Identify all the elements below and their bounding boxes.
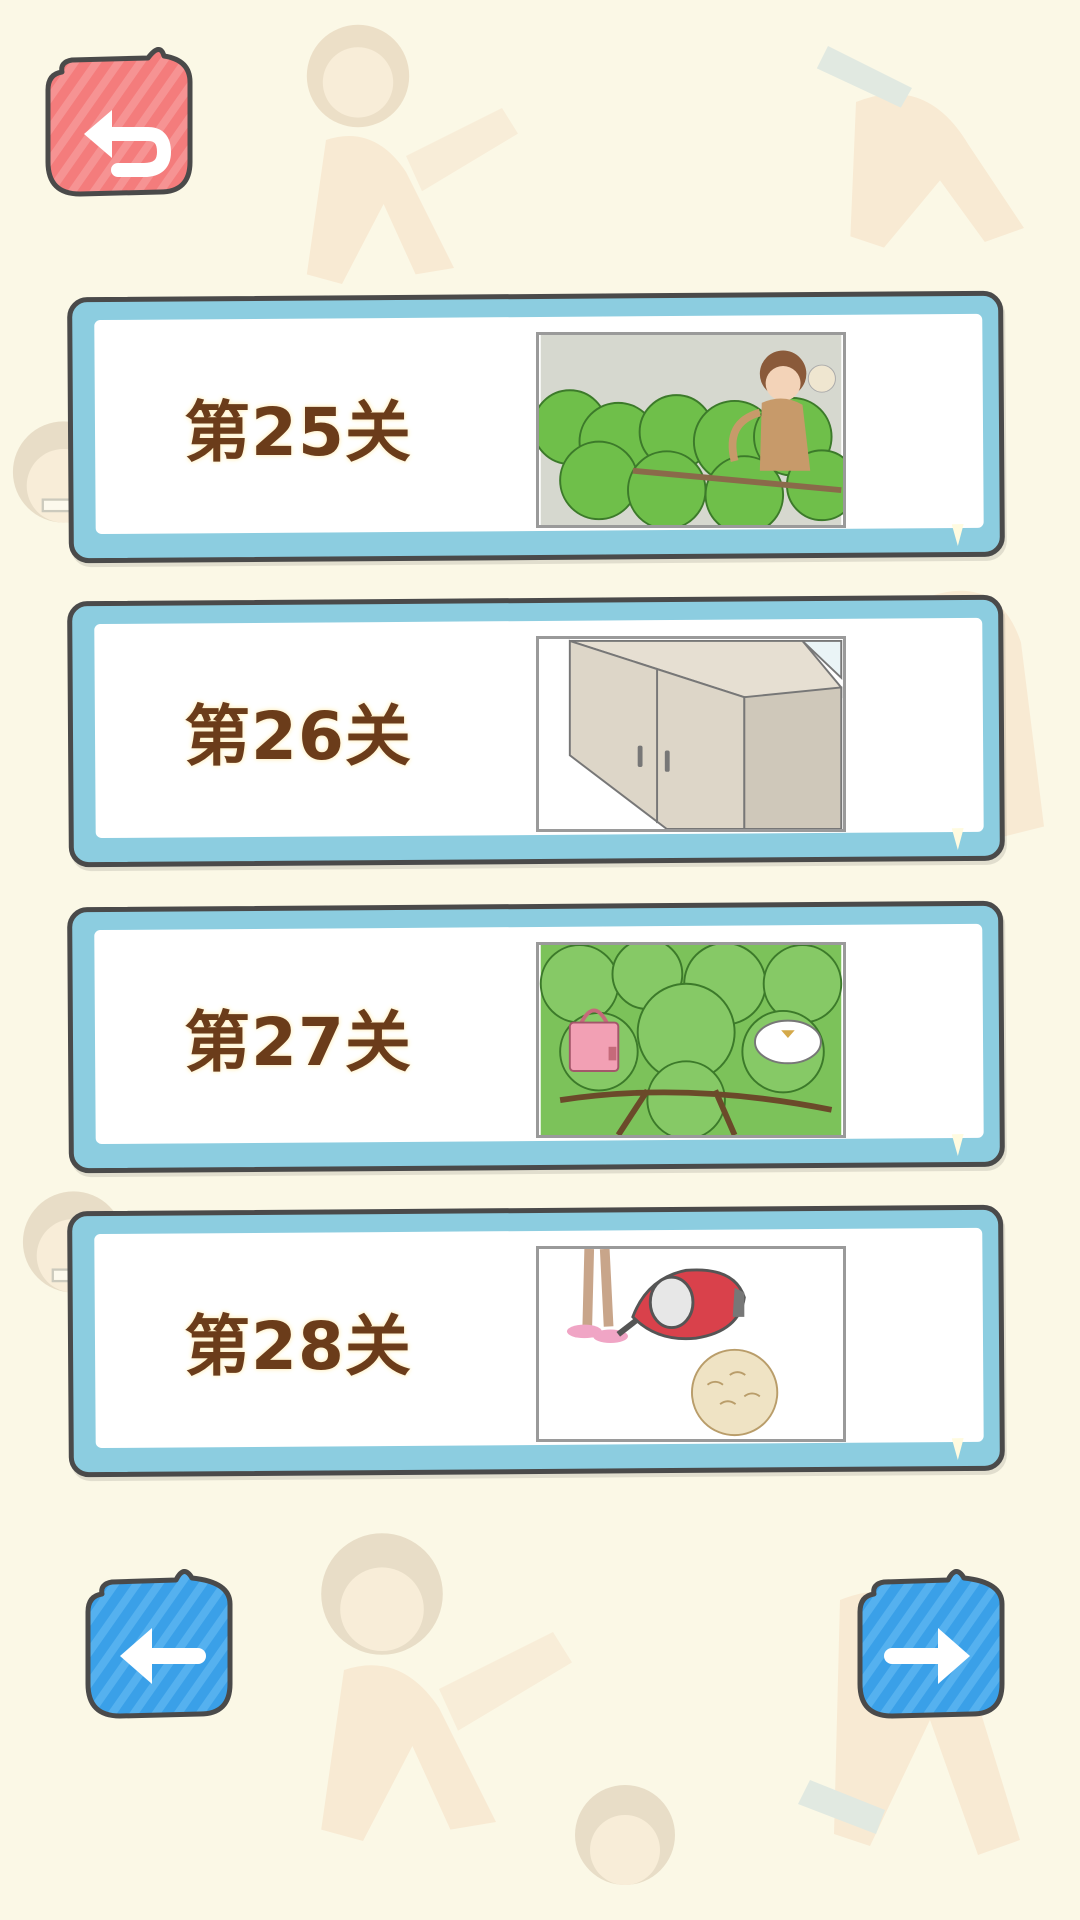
background-cartoon-figure	[816, 46, 1024, 248]
card-corner-mark	[952, 1134, 964, 1156]
level-thumbnail	[536, 332, 846, 528]
vacuum-cleaner-hairball-thumbnail	[540, 1249, 842, 1439]
card-corner-mark	[952, 1438, 964, 1460]
next-page-button[interactable]	[852, 1564, 1010, 1724]
level-label: 第25关	[184, 394, 412, 471]
background-cartoon-figure	[575, 1785, 675, 1885]
arrow-left-icon	[85, 1569, 233, 1719]
level-card-27[interactable]: 第27关	[67, 900, 1005, 1174]
level-thumbnail	[536, 1246, 846, 1442]
back-button[interactable]	[40, 42, 198, 202]
level-label: 第27关	[184, 1004, 412, 1081]
background-cartoon-figure	[306, 24, 518, 284]
level-card-28[interactable]: 第28关	[67, 1204, 1005, 1478]
level-thumbnail	[536, 636, 846, 832]
card-corner-mark	[952, 524, 964, 546]
level-card-25[interactable]: 第25关	[67, 290, 1005, 564]
arrow-right-icon	[857, 1569, 1005, 1719]
previous-page-button[interactable]	[80, 1564, 238, 1724]
level-thumbnail	[536, 942, 846, 1138]
cabinet-thumbnail	[540, 639, 843, 829]
level-label: 第26关	[184, 698, 412, 775]
girl-monkey-in-tree-thumbnail	[539, 335, 843, 525]
level-label: 第28关	[184, 1308, 412, 1385]
level-card-26[interactable]: 第26关	[67, 594, 1005, 868]
card-corner-mark	[952, 828, 964, 850]
undo-arrow-icon	[45, 47, 193, 197]
bags-in-tree-thumbnail	[539, 945, 843, 1135]
